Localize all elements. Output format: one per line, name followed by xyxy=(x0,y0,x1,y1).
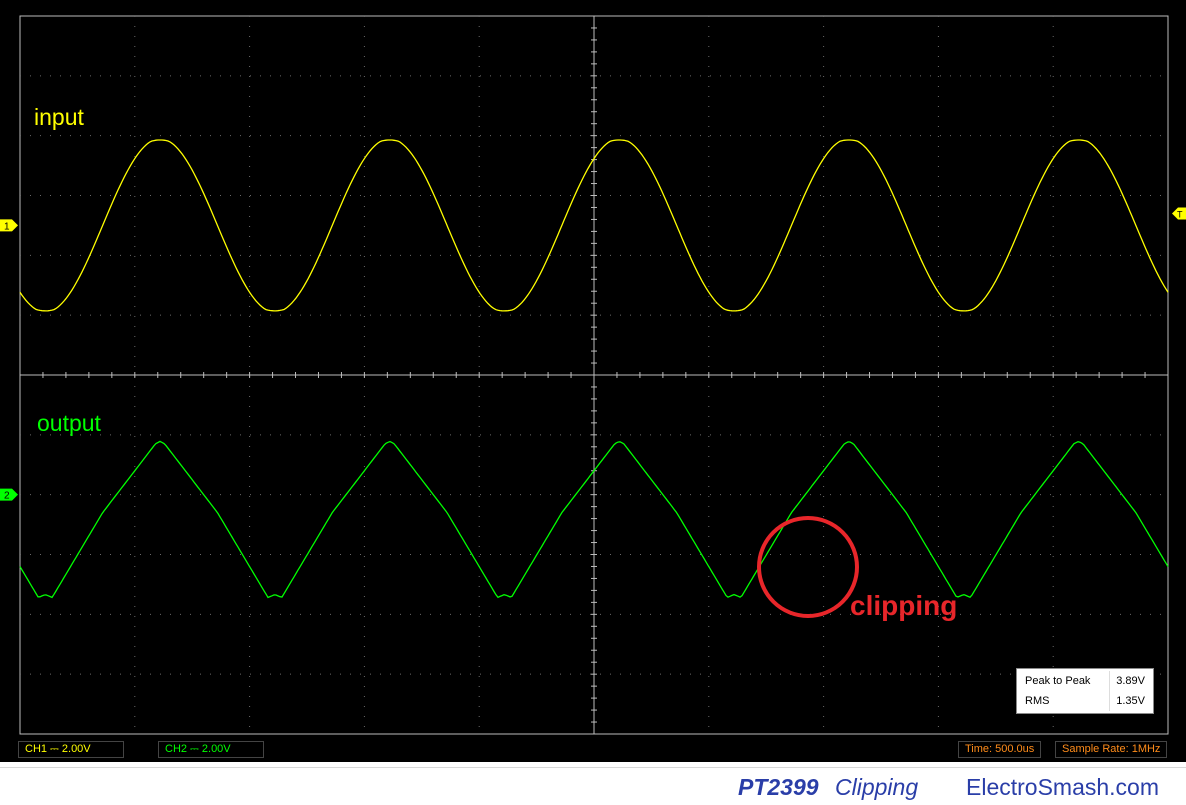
ch2-scale[interactable]: CH2 ⎓ 2.00V xyxy=(158,741,264,758)
caption-model: PT2399 xyxy=(738,774,819,800)
ch1-scale[interactable]: CH1 ⎓ 2.00V xyxy=(18,741,124,758)
oscilloscope-screen: 1 2 T input output clipping Peak to Peak 3… xyxy=(0,0,1186,762)
input-trace-label: input xyxy=(34,104,84,130)
measurement-panel: Peak to Peak 3.89V RMS 1.35V xyxy=(1016,668,1154,714)
measurement-label: RMS xyxy=(1025,695,1050,707)
caption-site: ElectroSmash.com xyxy=(966,774,1160,800)
footer-divider xyxy=(0,767,1186,768)
timebase-readout[interactable]: Time: 500.0us xyxy=(958,741,1042,758)
trigger-marker-label: T xyxy=(1177,209,1183,219)
measurement-row-peak: Peak to Peak 3.89V xyxy=(1021,671,1149,691)
waveform-plot: 1 2 T xyxy=(0,15,1186,735)
output-trace-label: output xyxy=(37,410,101,436)
sample-rate-readout[interactable]: Sample Rate: 1MHz xyxy=(1055,741,1168,758)
measurement-label: Peak to Peak xyxy=(1025,675,1091,687)
channel-marker-label: 1 xyxy=(4,221,10,232)
status-bar: CH1 ⎓ 2.00V CH2 ⎓ 2.00V Time: 500.0us Sa… xyxy=(0,739,1186,759)
clipping-circle xyxy=(757,516,859,618)
measurement-value: 3.89V xyxy=(1116,675,1145,687)
channel-marker-label: 2 xyxy=(4,491,10,502)
measurement-value: 1.35V xyxy=(1116,695,1145,707)
measurement-row-rms: RMS 1.35V xyxy=(1021,691,1149,711)
clipping-annotation: clipping xyxy=(850,590,958,621)
caption-title: Clipping xyxy=(835,774,919,800)
